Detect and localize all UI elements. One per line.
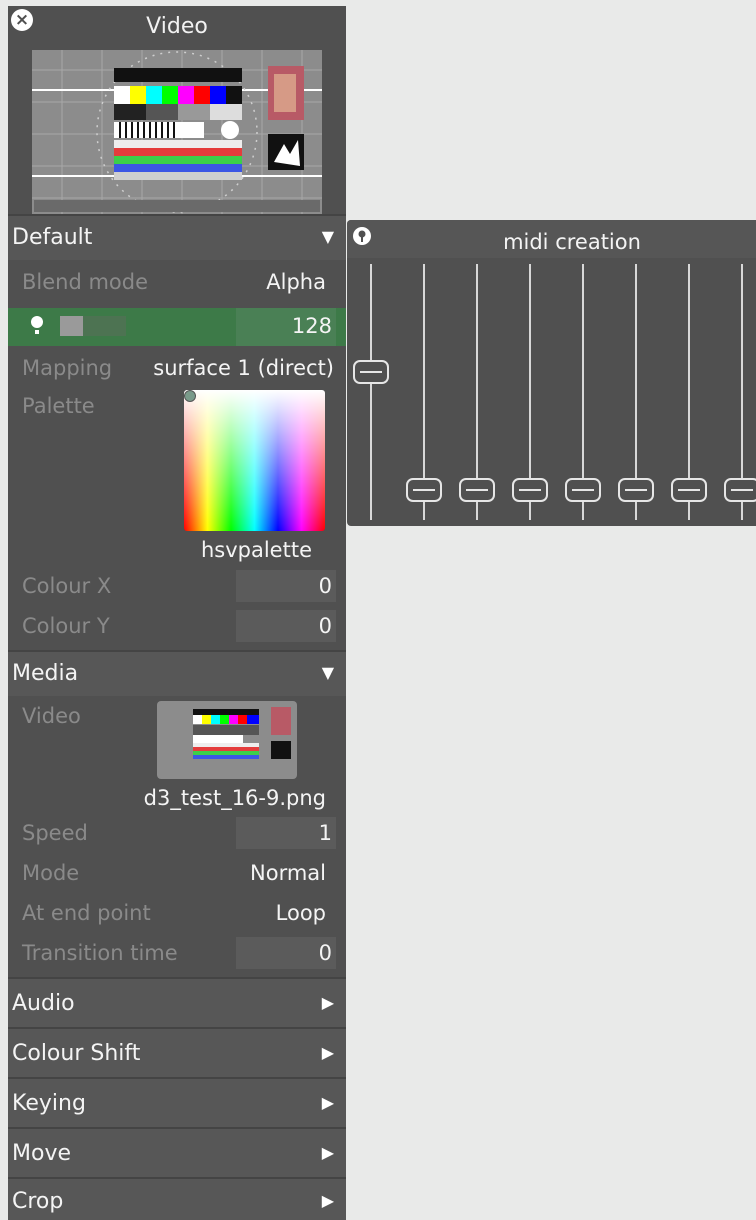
colour-y-value: 0 (318, 614, 332, 638)
fader-track[interactable] (370, 264, 372, 520)
speed-field[interactable]: 1 (236, 817, 336, 849)
section-label: Keying (12, 1091, 86, 1116)
expand-arrow-icon: ▶ (321, 1043, 334, 1062)
fader-knob[interactable] (512, 478, 548, 502)
expand-arrow-icon: ▶ (321, 1143, 334, 1162)
colour-y-field[interactable]: 0 (236, 610, 336, 642)
video-label: Video (22, 704, 81, 728)
section-header-crop[interactable]: Crop ▶ (8, 1177, 346, 1220)
midi-panel-title: midi creation (503, 230, 641, 254)
colour-y-label: Colour Y (22, 614, 110, 638)
section-label: Colour Shift (12, 1041, 141, 1066)
mode-value[interactable]: Normal (250, 861, 326, 885)
colour-x-label: Colour X (22, 574, 112, 598)
section-label: Media (12, 661, 79, 686)
fader-knob[interactable] (671, 478, 707, 502)
at-end-point-label: At end point (22, 901, 151, 925)
mapping-value[interactable]: surface 1 (direct) (153, 356, 334, 380)
section-header-audio[interactable]: Audio ▶ (8, 977, 346, 1027)
hsv-palette[interactable] (184, 390, 325, 531)
transition-time-field[interactable]: 0 (236, 937, 336, 969)
section-label: Default (12, 225, 93, 250)
colour-x-value: 0 (318, 574, 332, 598)
palette-label: Palette (22, 394, 95, 418)
speed-value: 1 (318, 821, 332, 845)
palette-handle[interactable] (184, 390, 196, 402)
section-header-default[interactable]: Default ▼ (8, 214, 346, 260)
fader-knob[interactable] (724, 478, 756, 502)
transition-time-label: Transition time (22, 941, 178, 965)
expand-arrow-icon: ▶ (321, 993, 334, 1012)
midi-creation-panel: midi creation (347, 220, 756, 526)
media-video-thumbnail[interactable] (157, 701, 297, 779)
palette-name: hsvpalette (200, 538, 312, 562)
speed-label: Speed (22, 821, 88, 845)
fader-knob[interactable] (406, 478, 442, 502)
at-end-point-value[interactable]: Loop (276, 901, 326, 925)
opacity-slider-fill (60, 316, 84, 336)
opacity-slider[interactable] (60, 316, 126, 336)
panel-title: Video (146, 14, 208, 39)
fader-knob[interactable] (618, 478, 654, 502)
section-header-colour-shift[interactable]: Colour Shift ▶ (8, 1027, 346, 1077)
panel-titlebar: × Video (8, 6, 346, 44)
section-header-media[interactable]: Media ▼ (8, 650, 346, 696)
mode-label: Mode (22, 861, 80, 885)
section-header-move[interactable]: Move ▶ (8, 1127, 346, 1177)
video-panel: × Video Default ▼ Blend mode Alpha 128 M… (8, 6, 346, 1220)
mapping-label: Mapping (22, 356, 113, 380)
midi-titlebar[interactable]: midi creation (347, 220, 756, 258)
expand-arrow-icon: ▶ (321, 1093, 334, 1112)
video-preview-thumbnail[interactable] (32, 50, 322, 214)
section-header-keying[interactable]: Keying ▶ (8, 1077, 346, 1127)
fader-knob[interactable] (353, 360, 389, 385)
section-label: Crop (12, 1189, 64, 1214)
opacity-field[interactable]: 128 (236, 308, 336, 346)
media-filename: d3_test_16-9.png (143, 786, 326, 810)
collapse-arrow-icon: ▼ (321, 227, 334, 246)
fader-knob[interactable] (565, 478, 601, 502)
fader-knob[interactable] (459, 478, 495, 502)
blend-mode-value[interactable]: Alpha (266, 270, 326, 294)
section-label: Audio (12, 991, 75, 1016)
collapse-arrow-icon: ▼ (321, 663, 334, 682)
colour-x-field[interactable]: 0 (236, 570, 336, 602)
section-label: Move (12, 1141, 71, 1166)
blend-mode-label: Blend mode (22, 270, 149, 294)
transition-time-value: 0 (318, 941, 332, 965)
opacity-value: 128 (291, 314, 332, 338)
lightbulb-icon[interactable] (30, 316, 44, 338)
expand-arrow-icon: ▶ (321, 1191, 334, 1210)
opacity-row: 128 (8, 308, 346, 346)
